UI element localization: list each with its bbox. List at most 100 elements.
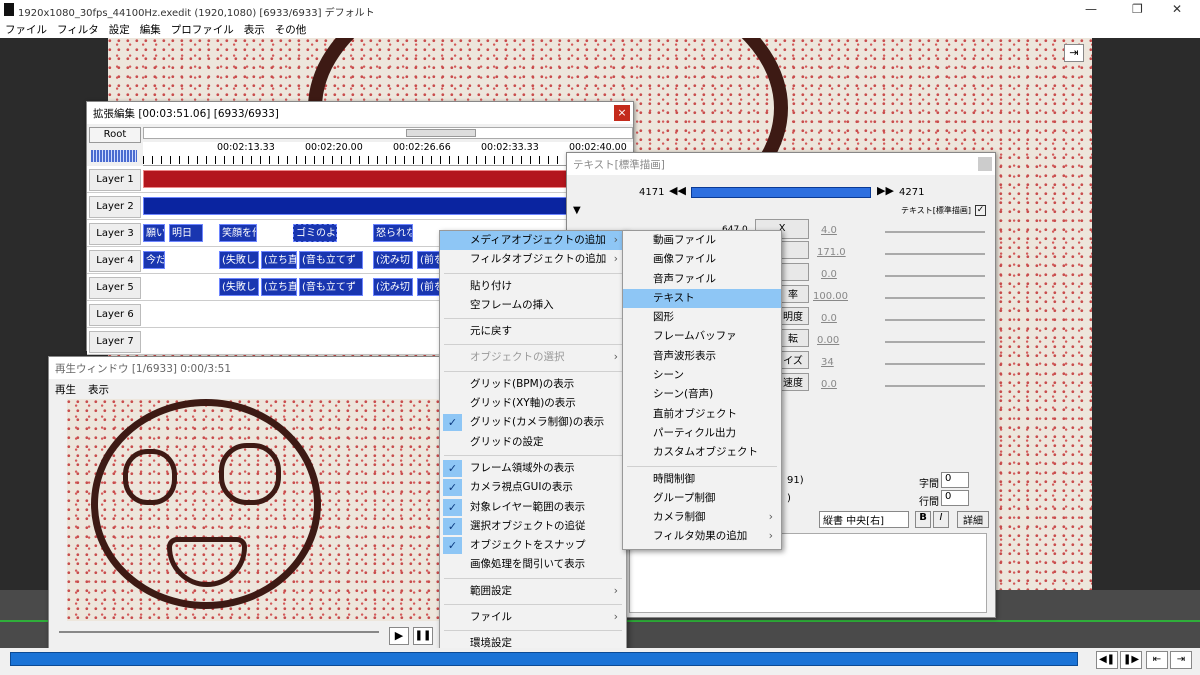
layer-name[interactable]: Layer 5 (89, 277, 141, 299)
scroll-thumb[interactable] (406, 129, 476, 137)
param-value[interactable]: 4.0 (821, 225, 837, 236)
param-value[interactable]: 100.00 (813, 291, 848, 302)
menu-other[interactable]: その他 (270, 20, 312, 39)
context-menu-item[interactable]: 範囲設定 › (440, 582, 626, 601)
context-menu-item[interactable]: グリッドの設定 (440, 433, 626, 452)
collapse-icon[interactable]: ▼ (573, 205, 581, 216)
layer-row[interactable]: Layer 2 (87, 193, 633, 220)
context-menu-item[interactable]: 貼り付け (440, 277, 626, 296)
menu-edit[interactable]: 編集 (135, 20, 166, 39)
submenu-item[interactable]: シーン(音声) (623, 385, 781, 404)
clip-layer2[interactable] (143, 197, 631, 215)
param-value[interactable]: 0.0 (821, 379, 837, 390)
context-menu-item[interactable]: グリッド(XY軸)の表示 (440, 394, 626, 413)
menu-profile[interactable]: プロファイル (166, 20, 239, 39)
close-icon[interactable]: × (614, 105, 630, 121)
close-icon[interactable]: ✕ (1172, 2, 1182, 16)
clip[interactable]: (失敗し (219, 278, 259, 296)
context-menu-item[interactable]: 元に戻す (440, 322, 626, 341)
prev-frame-icon[interactable]: ◀◀ (669, 184, 686, 200)
clip[interactable]: (音も立てず (299, 251, 363, 269)
context-menu-item[interactable]: ✓ フレーム領域外の表示 (440, 459, 626, 478)
context-menu-item[interactable]: ✓ 選択オブジェクトの追従 (440, 517, 626, 536)
go-end-icon[interactable]: ⇥ (1170, 651, 1192, 669)
pin-icon[interactable]: ⇥ (1064, 44, 1084, 62)
char-spacing-input[interactable]: 0 (941, 472, 969, 488)
bold-button[interactable]: B (915, 511, 931, 528)
clip[interactable]: 笑顔を作 (219, 224, 257, 242)
close-icon[interactable] (978, 157, 992, 171)
layer-name[interactable]: Layer 2 (89, 196, 141, 218)
pause-icon[interactable]: ❚❚ (413, 627, 433, 645)
layer-row[interactable]: Layer 1 (87, 166, 633, 193)
param-slider[interactable] (885, 319, 985, 321)
line-spacing-input[interactable]: 0 (941, 490, 969, 506)
submenu-item[interactable]: カスタムオブジェクト (623, 443, 781, 462)
next-keyframe-icon[interactable]: ❚▶ (1120, 651, 1142, 669)
clip[interactable]: (立ち直 (261, 278, 297, 296)
context-menu-item[interactable]: グリッド(BPM)の表示 (440, 375, 626, 394)
param-slider[interactable] (885, 341, 985, 343)
context-menu-item[interactable]: 空フレームの挿入 (440, 296, 626, 315)
param-slider[interactable] (885, 253, 985, 255)
submenu-item[interactable]: 音声ファイル (623, 270, 781, 289)
clip[interactable]: (音も立てず (299, 278, 363, 296)
submenu-item[interactable]: 画像ファイル (623, 250, 781, 269)
timeline-scrollbar[interactable] (143, 127, 633, 139)
submenu-item[interactable]: 直前オブジェクト (623, 405, 781, 424)
clip[interactable]: 怒られな (373, 224, 413, 242)
layer-name[interactable]: Layer 1 (89, 169, 141, 191)
param-slider[interactable] (885, 231, 985, 233)
param-slider[interactable] (885, 363, 985, 365)
layer-name[interactable]: Layer 3 (89, 223, 141, 245)
layer-name[interactable]: Layer 6 (89, 304, 141, 326)
param-value[interactable]: 0.00 (817, 335, 839, 346)
submenu-item[interactable]: 時間制御 (623, 470, 781, 489)
submenu-item[interactable]: テキスト (623, 288, 781, 309)
clip-layer1[interactable] (143, 170, 631, 188)
detail-button[interactable]: 詳細 (957, 511, 989, 528)
menu-play[interactable]: 再生 (49, 379, 82, 400)
submenu-item[interactable]: 図形 (623, 308, 781, 327)
param-value[interactable]: 0.0 (821, 269, 837, 280)
clip[interactable]: 願い (143, 224, 165, 242)
go-start-icon[interactable]: ⇤ (1146, 651, 1168, 669)
frame-range-bar[interactable] (691, 187, 871, 198)
param-slider[interactable] (885, 385, 985, 387)
align-select[interactable]: 縦書 中央[右] (819, 511, 909, 528)
submenu-item[interactable]: グループ制御 (623, 489, 781, 508)
menu-view[interactable]: 表示 (239, 20, 270, 39)
context-menu-item[interactable]: ファイル › (440, 608, 626, 627)
param-slider[interactable] (885, 275, 985, 277)
clip[interactable]: (前を (417, 278, 441, 296)
submenu-item[interactable]: カメラ制御 › (623, 508, 781, 527)
param-value[interactable]: 0.0 (821, 313, 837, 324)
layer-name[interactable]: Layer 7 (89, 331, 141, 353)
minimize-icon[interactable]: — (1085, 2, 1097, 16)
zoom-gauge[interactable] (91, 150, 137, 162)
next-frame-icon[interactable]: ▶▶ (877, 184, 894, 200)
italic-button[interactable]: I (933, 511, 949, 528)
param-value[interactable]: 34 (821, 357, 834, 368)
clip[interactable]: 今だ (143, 251, 165, 269)
submenu-item[interactable]: フィルタ効果の追加 › (623, 527, 781, 546)
context-menu-item[interactable]: 画像処理を間引いて表示 (440, 555, 626, 574)
clip[interactable]: (立ち直 (261, 251, 297, 269)
submenu-item[interactable]: パーティクル出力 (623, 424, 781, 443)
clip[interactable]: (沈み切 (373, 251, 413, 269)
menu-file[interactable]: ファイル (0, 20, 52, 39)
context-menu-item[interactable]: ✓ グリッド(カメラ制御)の表示 (440, 413, 626, 432)
layer-name[interactable]: Layer 4 (89, 250, 141, 272)
param-slider[interactable] (885, 297, 985, 299)
restore-icon[interactable]: ❐ (1132, 2, 1143, 16)
prev-keyframe-icon[interactable]: ◀❚ (1096, 651, 1118, 669)
main-seekbar[interactable] (10, 652, 1078, 666)
menu-filter[interactable]: フィルタ (52, 20, 104, 39)
submenu-item[interactable]: シーン (623, 366, 781, 385)
context-menu-item[interactable]: ✓ オブジェクトをスナップ (440, 536, 626, 555)
submenu-item[interactable]: 動画ファイル (623, 231, 781, 250)
context-menu-item[interactable]: ✓ 対象レイヤー範囲の表示 (440, 498, 626, 517)
clip[interactable]: (前を (417, 251, 441, 269)
submenu-item[interactable]: 音声波形表示 (623, 347, 781, 366)
param-value[interactable]: 171.0 (817, 247, 846, 258)
